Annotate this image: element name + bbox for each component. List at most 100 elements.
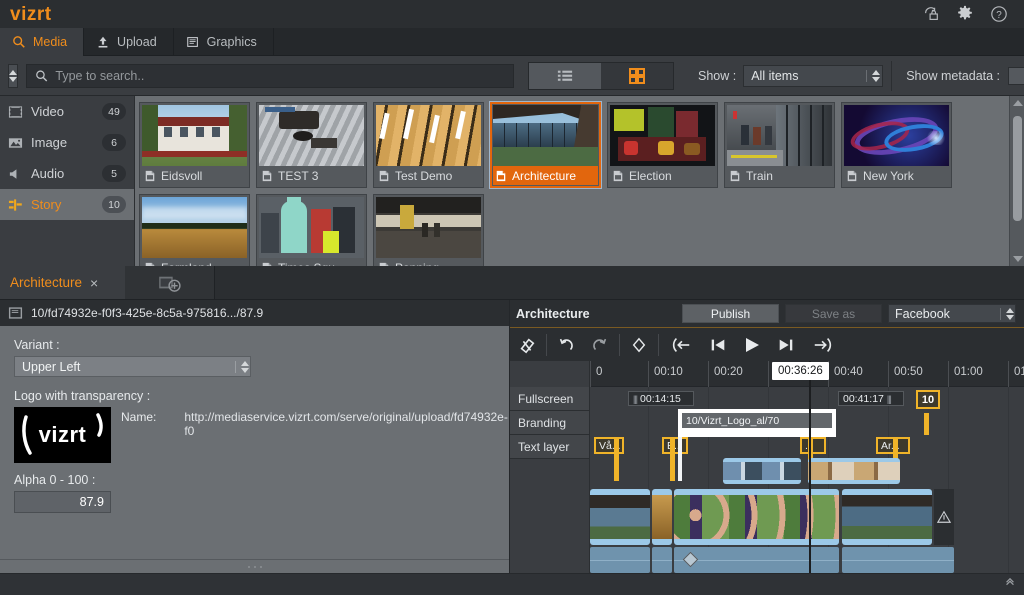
- track-label-branding[interactable]: Branding: [510, 411, 589, 435]
- publish-target-select[interactable]: Facebook: [888, 304, 1016, 323]
- sidebar-item-audio[interactable]: Audio 5: [0, 158, 134, 189]
- stamp-icon[interactable]: [510, 328, 544, 362]
- sidebar-item-video[interactable]: Video 49: [0, 96, 134, 127]
- media-card[interactable]: Farmland: [139, 194, 250, 266]
- track-badge[interactable]: 10: [916, 390, 940, 409]
- scrollbar-thumb[interactable]: [1013, 116, 1022, 221]
- document-tab-label: Architecture: [10, 275, 83, 290]
- video-clip-selected[interactable]: [674, 489, 839, 545]
- media-card-caption: Panning: [376, 258, 481, 266]
- trim-end-icon[interactable]: [803, 328, 843, 362]
- show-select[interactable]: All items: [743, 64, 884, 87]
- clip-warning[interactable]: [934, 489, 954, 545]
- text-clip[interactable]: E...: [662, 437, 688, 454]
- media-card-label: Election: [629, 168, 672, 183]
- media-card[interactable]: Times Squ: [256, 194, 367, 266]
- video-clip[interactable]: [842, 489, 932, 545]
- undo-icon[interactable]: [549, 328, 583, 362]
- timeline-canvas[interactable]: 0 00:10 00:20 00:30 00:40 00:50 01:00 01…: [590, 361, 1024, 573]
- save-as-button[interactable]: Save as: [785, 304, 882, 323]
- publish-button[interactable]: Publish: [682, 304, 779, 323]
- next-frame-icon[interactable]: [769, 328, 803, 362]
- ruler-tick: 0: [596, 366, 603, 378]
- tab-graphics[interactable]: Graphics: [174, 28, 274, 56]
- track-textlayer[interactable]: Vå... E... ... Ar...: [590, 437, 1024, 463]
- list-view-button[interactable]: [529, 62, 601, 89]
- document-tab-architecture[interactable]: Architecture ×: [0, 266, 125, 299]
- pip-clip[interactable]: [808, 458, 900, 484]
- media-card[interactable]: Election: [607, 102, 718, 188]
- metadata-checkbox[interactable]: [1008, 66, 1024, 85]
- alpha-label: Alpha 0 - 100 :: [14, 473, 96, 487]
- alpha-input[interactable]: 87.9: [14, 491, 111, 513]
- show-filter-group: Show : All items: [698, 64, 884, 87]
- warning-icon: [937, 510, 951, 523]
- audio-clip[interactable]: [674, 547, 839, 573]
- stepper-up-icon: [9, 69, 17, 75]
- film-icon: [8, 105, 23, 118]
- media-card[interactable]: TEST 3: [256, 102, 367, 188]
- variant-label: Variant :: [14, 338, 60, 352]
- tab-media-label: Media: [33, 35, 68, 49]
- variant-select[interactable]: Upper Left: [14, 356, 251, 377]
- media-card-selected[interactable]: Architecture: [489, 101, 602, 189]
- prev-frame-icon[interactable]: [701, 328, 735, 362]
- sidebar-item-image[interactable]: Image 6: [0, 127, 134, 158]
- media-grid-scrollbar[interactable]: [1009, 96, 1024, 266]
- video-clip[interactable]: [652, 489, 672, 545]
- keyframe-icon[interactable]: [622, 328, 656, 362]
- sidebar-item-image-label: Image: [31, 135, 68, 150]
- playhead[interactable]: [809, 361, 811, 573]
- media-card[interactable]: Eidsvoll: [139, 102, 250, 188]
- search-input[interactable]: [55, 68, 505, 83]
- audio-clip[interactable]: [652, 547, 672, 573]
- close-icon[interactable]: ×: [90, 275, 98, 291]
- media-card[interactable]: Panning: [373, 194, 484, 266]
- trim-start-icon[interactable]: [661, 328, 701, 362]
- stepper-down-icon: [9, 76, 17, 82]
- publish-target-value: Facebook: [895, 306, 950, 321]
- text-clip[interactable]: Vå...: [594, 437, 624, 454]
- track-label-fullscreen[interactable]: Fullscreen: [510, 387, 589, 411]
- audio-clip[interactable]: [590, 547, 650, 573]
- scroll-down-icon[interactable]: [1010, 252, 1024, 266]
- collapse-panel-icon[interactable]: [1004, 577, 1016, 592]
- scroll-up-icon[interactable]: [1010, 96, 1024, 110]
- sidebar-item-story[interactable]: Story 10: [0, 189, 134, 220]
- grip-icon: |||: [633, 393, 638, 404]
- sidebar-item-image-count: 6: [102, 134, 126, 151]
- clip-in-marker[interactable]: ||| 00:14:15: [628, 391, 694, 406]
- tab-media[interactable]: Media: [0, 28, 85, 56]
- sync-lock-icon[interactable]: [922, 5, 940, 23]
- sidebar-item-video-label: Video: [31, 104, 65, 119]
- media-thumbnail: [493, 105, 598, 166]
- media-card-caption: Election: [610, 166, 715, 185]
- track-branding[interactable]: 10/Vizrt_Logo_al/70: [590, 409, 1024, 437]
- text-clip[interactable]: ...: [800, 437, 826, 454]
- add-story-button[interactable]: [125, 266, 215, 299]
- sidebar-item-story-label: Story: [31, 197, 62, 212]
- audio-clip[interactable]: [842, 547, 954, 573]
- pane-splitter[interactable]: [0, 559, 509, 573]
- track-label-textlayer[interactable]: Text layer: [510, 435, 589, 459]
- tab-upload[interactable]: Upload: [84, 28, 174, 56]
- pip-clip[interactable]: [723, 458, 801, 484]
- document-tab-bar: Architecture ×: [0, 266, 1024, 300]
- logo-clip-selected[interactable]: 10/Vizrt_Logo_al/70: [678, 409, 836, 437]
- media-card-caption: Eidsvoll: [142, 166, 247, 185]
- clip-out-marker[interactable]: 00:41:17 |||: [838, 391, 904, 406]
- play-icon[interactable]: [735, 328, 769, 362]
- help-icon[interactable]: ?: [990, 5, 1008, 23]
- media-card[interactable]: New York: [841, 102, 952, 188]
- gear-icon[interactable]: [956, 5, 974, 23]
- grid-view-button[interactable]: [601, 62, 673, 89]
- branding-marker[interactable]: [924, 413, 929, 435]
- media-card-caption: Times Squ: [259, 258, 364, 266]
- media-card[interactable]: Train: [724, 102, 835, 188]
- search-scope-stepper[interactable]: [8, 63, 18, 88]
- media-card[interactable]: Test Demo: [373, 102, 484, 188]
- redo-icon[interactable]: [583, 328, 617, 362]
- search-field-wrapper[interactable]: [26, 63, 514, 88]
- video-clip[interactable]: [590, 489, 650, 545]
- story-file-icon: [730, 170, 740, 181]
